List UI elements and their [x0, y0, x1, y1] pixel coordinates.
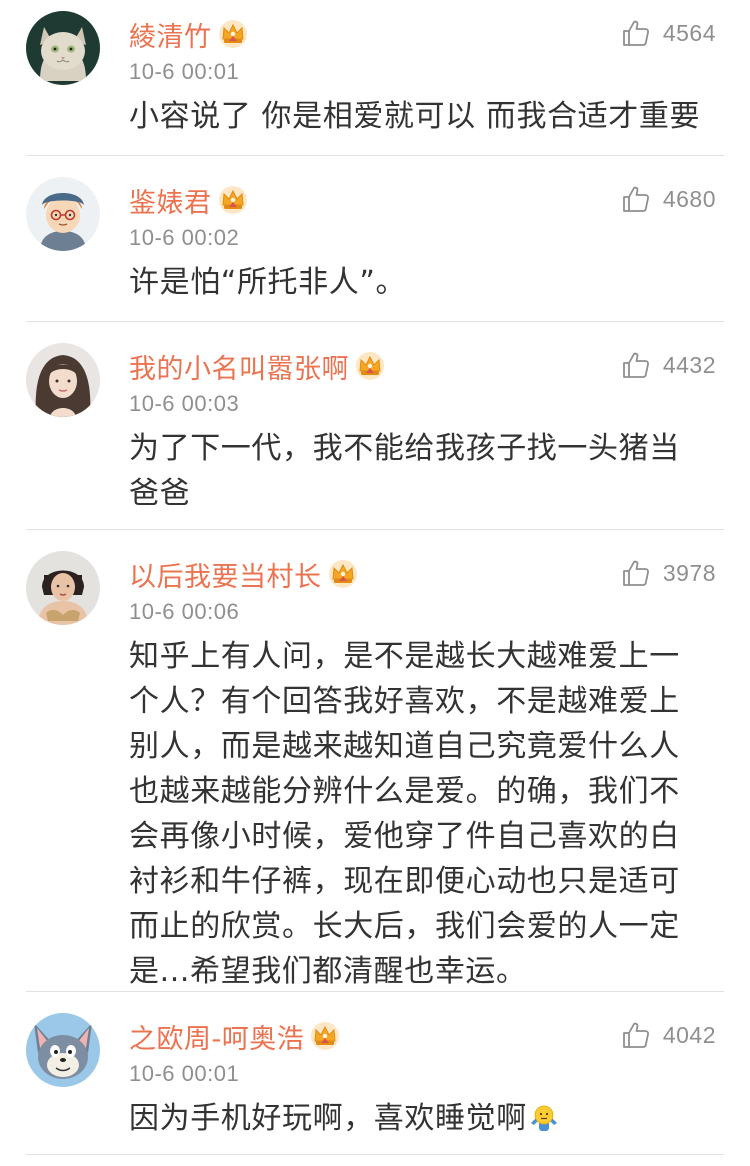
comment-text-row: 因为手机好玩啊，喜欢睡觉啊 — [129, 1096, 702, 1141]
comment-text: 小容说了 你是相爱就可以 而我合适才重要 — [129, 99, 701, 134]
vip-crown-icon — [310, 1021, 340, 1051]
like-count: 4564 — [662, 19, 716, 46]
shrug-emoji-icon — [530, 1105, 557, 1131]
like-button[interactable]: 4564 — [621, 18, 716, 48]
cartoon-boy-avatar[interactable] — [26, 177, 100, 251]
comment-time: 10-6 00:01 — [129, 1061, 240, 1086]
comment-item: 以后我要当村长 10-6 00:06 3978 知乎上有人问，是不是越长大越难爱… — [0, 540, 750, 992]
comment-time: 10-6 00:06 — [129, 599, 240, 624]
username[interactable]: 我的小名叫嚣张啊 — [129, 347, 349, 386]
comment-time: 10-6 00:03 — [129, 391, 240, 416]
comment-item: 綾清竹 10-6 00:01 4564 小容说了 你是相爱就可以 而我合适才重要 — [0, 0, 750, 156]
divider — [26, 991, 724, 992]
username[interactable]: 之欧周-呵奥浩 — [129, 1017, 304, 1056]
comment-item: 之欧周-呵奥浩 10-6 00:01 4042 因为手机好玩啊，喜欢睡觉啊 — [0, 1002, 750, 1166]
username[interactable]: 鉴婊君 — [129, 181, 212, 220]
cat-avatar[interactable] — [26, 11, 100, 85]
comment-time: 10-6 00:02 — [129, 225, 240, 250]
comment-text: 知乎上有人问，是不是越长大越难爱上一个人？有个回答我好喜欢，不是越难爱上别人，而… — [129, 639, 680, 989]
comment-text: 许是怕“所托非人”。 — [129, 265, 407, 300]
like-count: 4042 — [662, 1021, 716, 1048]
vip-crown-icon — [355, 351, 385, 381]
tom-cat-avatar[interactable] — [26, 1013, 100, 1087]
vip-crown-icon — [218, 185, 248, 215]
divider — [26, 529, 724, 530]
username[interactable]: 以后我要当村长 — [129, 555, 322, 594]
vip-crown-icon — [328, 559, 358, 589]
thumbs-up-icon — [621, 18, 651, 48]
divider — [26, 321, 724, 322]
thumbs-up-icon — [621, 558, 651, 588]
like-button[interactable]: 4432 — [621, 350, 716, 380]
like-button[interactable]: 4680 — [621, 184, 716, 214]
thumbs-up-icon — [621, 184, 651, 214]
vip-crown-icon — [218, 19, 248, 49]
woman-photo-avatar[interactable] — [26, 551, 100, 625]
like-count: 3978 — [662, 559, 716, 586]
comment-item: 鉴婊君 10-6 00:02 4680 许是怕“所托非人”。 — [0, 166, 750, 322]
username[interactable]: 綾清竹 — [129, 15, 212, 54]
like-count: 4432 — [662, 351, 716, 378]
comment-text: 为了下一代，我不能给我孩子找一头猪当爸爸 — [129, 431, 680, 511]
like-count: 4680 — [662, 185, 716, 212]
divider — [26, 155, 724, 156]
girl-photo-avatar[interactable] — [26, 343, 100, 417]
thumbs-up-icon — [621, 350, 651, 380]
comment-item: 我的小名叫嚣张啊 10-6 00:03 4432 为了下一代，我不能给我孩子找一… — [0, 332, 750, 530]
like-button[interactable]: 4042 — [621, 1020, 716, 1050]
comment-text: 因为手机好玩啊，喜欢睡觉啊 — [129, 1101, 527, 1136]
thumbs-up-icon — [621, 1020, 651, 1050]
comment-time: 10-6 00:01 — [129, 59, 240, 84]
divider — [26, 1154, 724, 1155]
like-button[interactable]: 3978 — [621, 558, 716, 588]
